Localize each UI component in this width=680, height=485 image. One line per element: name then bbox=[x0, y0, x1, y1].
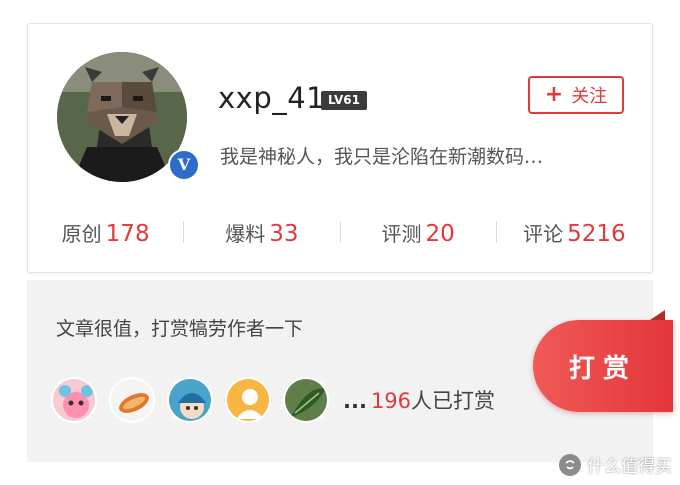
tip-button-fold bbox=[650, 310, 665, 320]
stat-value: 33 bbox=[269, 220, 299, 247]
watermark-text: 什么值得买 bbox=[587, 457, 672, 477]
stat-tips[interactable]: 爆料 33 bbox=[184, 218, 339, 247]
tipper-avatar[interactable] bbox=[167, 377, 213, 423]
level-badge: LV61 bbox=[321, 91, 367, 110]
stat-label: 爆料 bbox=[225, 221, 266, 246]
tipper-avatar[interactable] bbox=[283, 377, 329, 423]
stat-label: 评论 bbox=[523, 221, 564, 246]
tipper-count-number: 196 bbox=[370, 389, 412, 413]
plus-icon: + bbox=[544, 82, 564, 107]
stat-value: 5216 bbox=[567, 220, 626, 247]
verified-badge-icon: V bbox=[168, 149, 200, 181]
tipper-avatar[interactable] bbox=[109, 377, 155, 423]
watermark: 什么值得买 bbox=[559, 452, 672, 477]
tip-button[interactable]: 打赏 bbox=[533, 320, 673, 412]
tipper-count-suffix: 人已打赏 bbox=[411, 389, 496, 413]
stat-comments[interactable]: 评论 5216 bbox=[497, 218, 652, 247]
tipper-count: ... 196人已打赏 bbox=[343, 385, 495, 415]
stat-reviews[interactable]: 评测 20 bbox=[341, 218, 496, 247]
reward-prompt: 文章很值，打赏犒劳作者一下 bbox=[56, 318, 304, 340]
author-bio: 我是神秘人，我只是沦陷在新潮数码… bbox=[220, 146, 544, 168]
tipper-avatar[interactable] bbox=[225, 377, 271, 423]
stat-value: 20 bbox=[425, 220, 455, 247]
smzdm-logo-icon bbox=[559, 453, 581, 476]
stat-original[interactable]: 原创 178 bbox=[28, 218, 183, 247]
stat-label: 原创 bbox=[61, 221, 102, 246]
stat-value: 178 bbox=[105, 220, 150, 247]
author-card: V xxp_41 LV61 + 关注 我是神秘人，我只是沦陷在新潮数码… 原创 1… bbox=[27, 23, 653, 273]
stat-label: 评测 bbox=[381, 221, 422, 246]
author-stats: 原创 178 爆料 33 评测 20 评论 5216 bbox=[28, 214, 652, 250]
tipper-list: ... 196人已打赏 bbox=[51, 376, 495, 424]
follow-label: 关注 bbox=[571, 86, 608, 107]
follow-button[interactable]: + 关注 bbox=[528, 76, 624, 114]
more-dots: ... bbox=[343, 389, 367, 413]
author-username[interactable]: xxp_41 bbox=[218, 81, 325, 115]
tipper-avatar[interactable] bbox=[51, 377, 97, 423]
